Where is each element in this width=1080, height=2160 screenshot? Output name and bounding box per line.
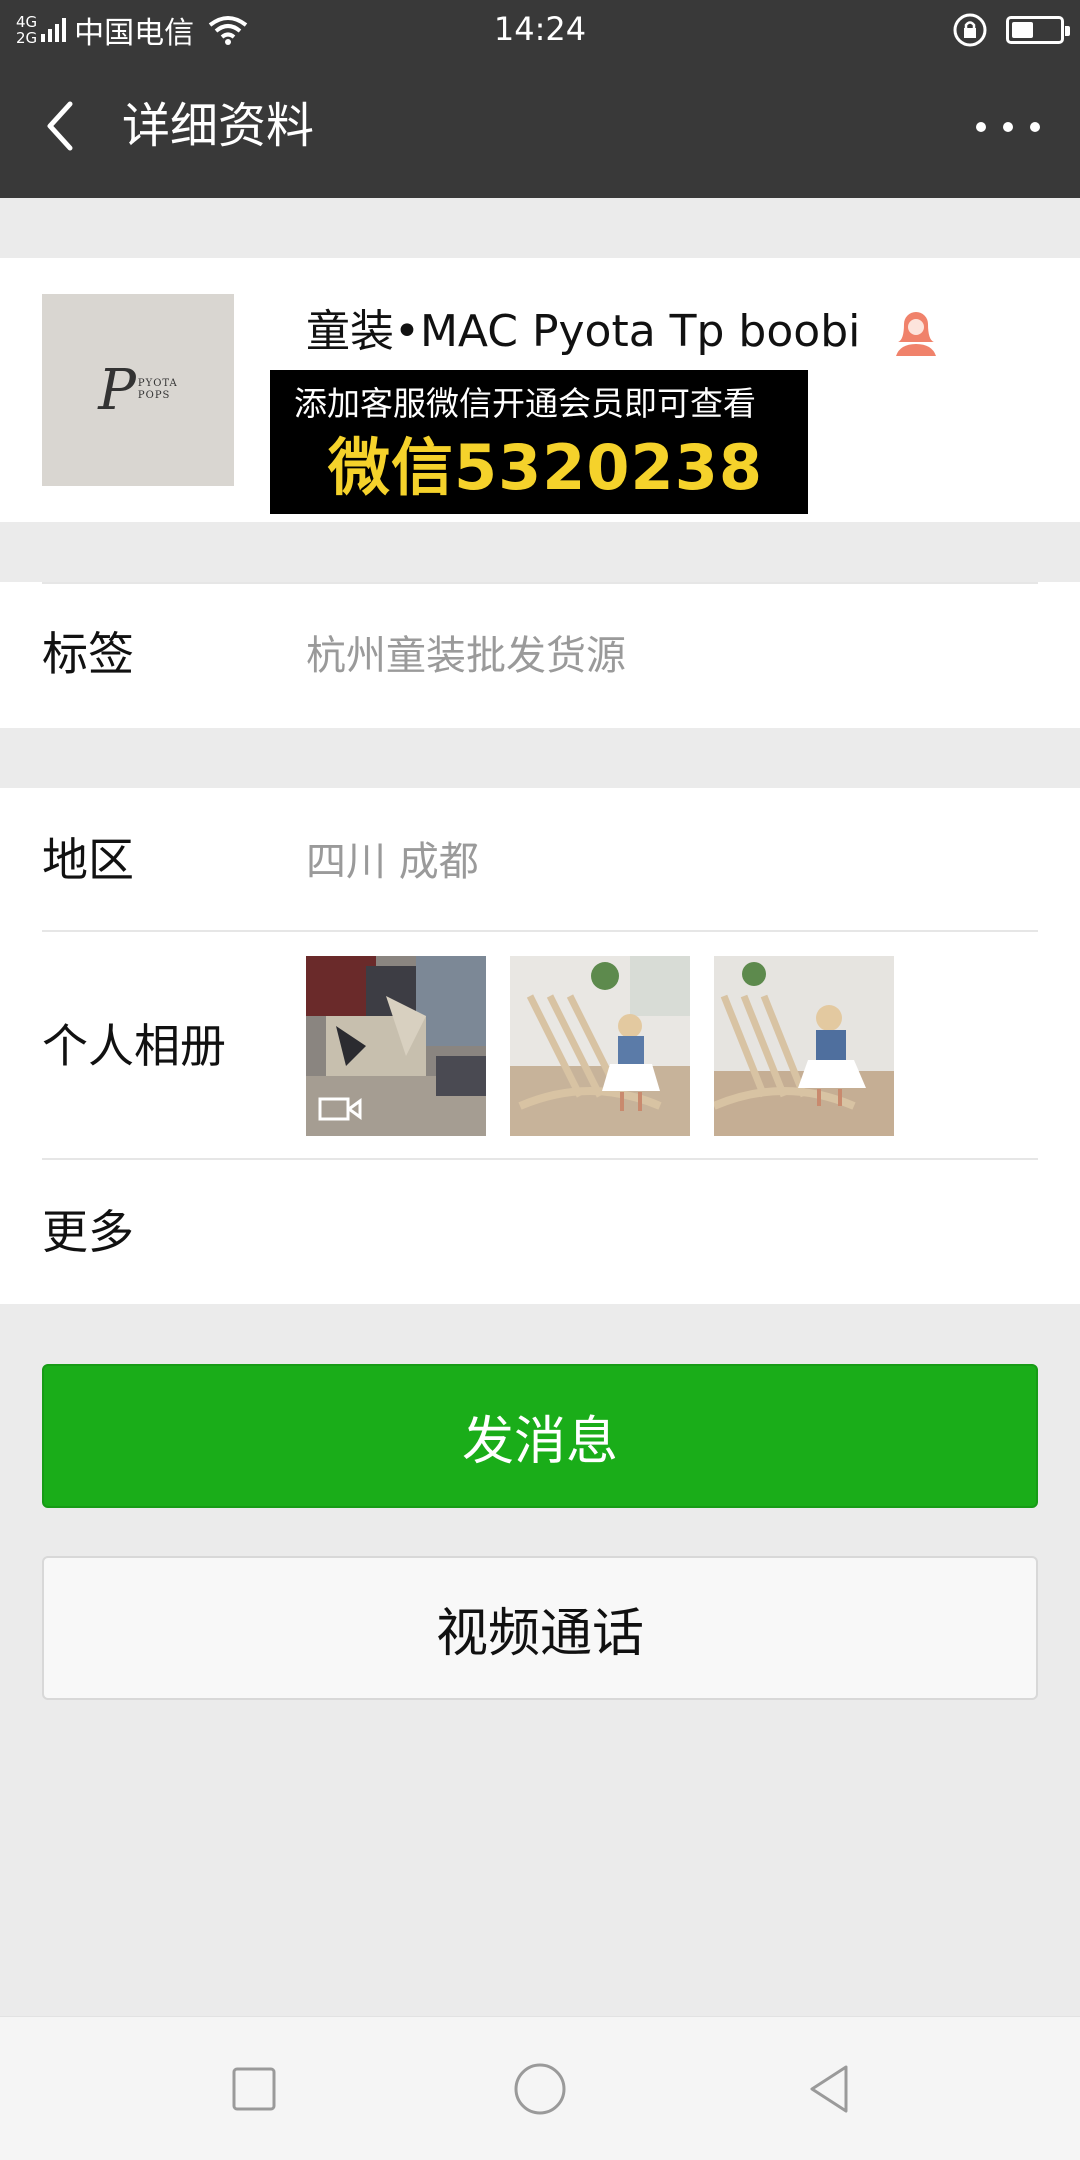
status-bar: 4G 2G 中国电信 14:24: [0, 0, 1080, 56]
home-icon[interactable]: [510, 2059, 570, 2119]
page-title: 详细资料: [122, 98, 315, 154]
avatar-logo: P PYOTA POPS: [98, 357, 178, 423]
album-label: 个人相册: [42, 1019, 226, 1073]
album-photo[interactable]: [714, 956, 894, 1136]
tags-label: 标签: [42, 627, 134, 681]
region-row: 地区 四川 成都: [0, 788, 1080, 932]
system-nav-bar: [0, 2016, 1080, 2160]
album-photo[interactable]: [510, 956, 690, 1136]
tags-value: 杭州童装批发货源: [306, 633, 626, 679]
nav-bar: 详细资料: [0, 56, 1080, 198]
info-section: 地区 四川 成都 个人相册 更多: [0, 788, 1080, 1304]
status-right: [952, 12, 1070, 48]
tags-row[interactable]: 标签 杭州童装批发货源: [0, 582, 1080, 726]
battery-icon: [1006, 16, 1070, 44]
battery-level: [1012, 22, 1033, 38]
ad-text: 添加客服微信开通会员即可查看: [294, 384, 756, 423]
send-message-button[interactable]: 发消息: [42, 1364, 1038, 1508]
rotation-lock-icon: [953, 13, 987, 47]
recents-icon[interactable]: [224, 2059, 284, 2119]
region-value: 四川 成都: [306, 839, 479, 885]
profile-name: 童装•MAC Pyota Tp boobi: [306, 306, 861, 357]
female-icon: [896, 312, 936, 356]
more-label: 更多: [42, 1205, 134, 1259]
ad-wechat-id: 微信5320238: [328, 431, 763, 504]
region-label: 地区: [42, 833, 134, 887]
back-icon[interactable]: [800, 2059, 860, 2119]
tags-section: 标签 杭州童装批发货源: [0, 582, 1080, 728]
ad-banner: 添加客服微信开通会员即可查看 微信5320238: [270, 370, 808, 514]
more-options-icon[interactable]: [976, 112, 1040, 142]
back-arrow-icon[interactable]: [38, 96, 82, 156]
video-call-button[interactable]: 视频通话: [42, 1556, 1038, 1700]
album-photo[interactable]: [306, 956, 486, 1136]
video-icon: [318, 1097, 362, 1121]
clock: 14:24: [493, 10, 587, 48]
avatar[interactable]: P PYOTA POPS: [42, 294, 234, 486]
more-row[interactable]: 更多: [0, 1160, 1080, 1304]
album-row[interactable]: 个人相册: [0, 932, 1080, 1160]
